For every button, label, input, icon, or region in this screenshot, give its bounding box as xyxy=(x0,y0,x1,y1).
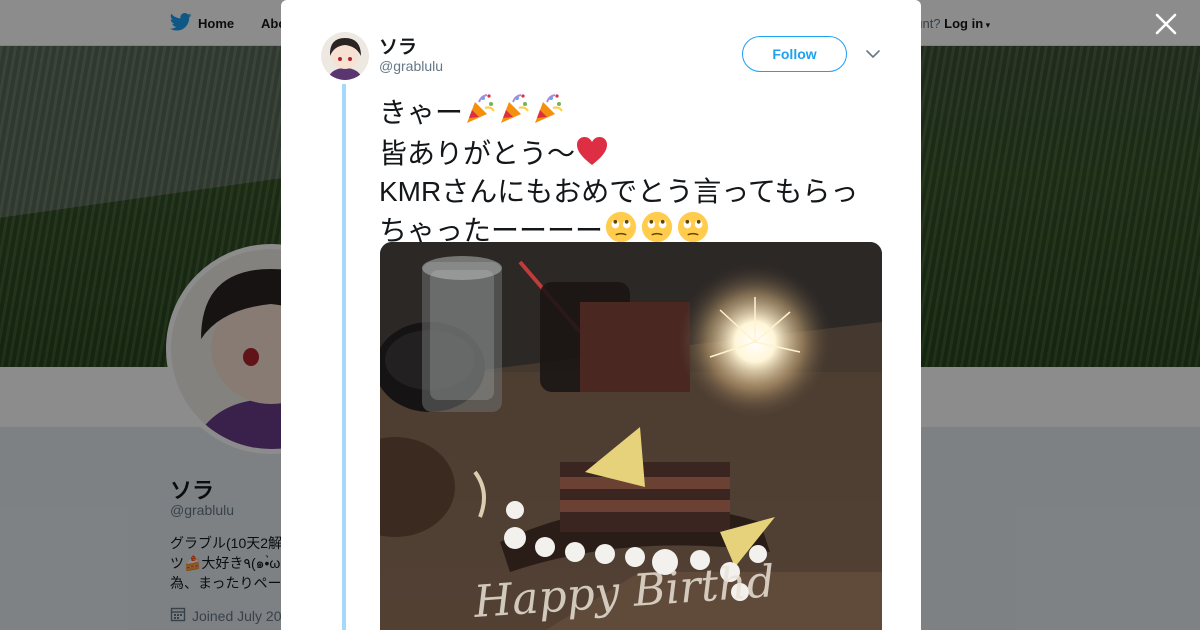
author-avatar[interactable] xyxy=(321,32,369,80)
party-popper-icon xyxy=(531,92,565,135)
tweet-text-line: KMRさんにもおめでとう言ってもらっ xyxy=(379,176,859,207)
close-button[interactable] xyxy=(1152,10,1180,38)
tweet-text-line: きゃー xyxy=(379,92,879,135)
chevron-down-icon xyxy=(866,50,880,58)
tweet-text-line: 皆ありがとう〜 xyxy=(379,135,879,176)
tweet-text-fragment: ちゃったーーーー xyxy=(379,214,604,246)
red-heart-icon xyxy=(575,135,609,176)
tweet-text: きゃー 皆ありがとう〜 KMRさんにもおめでとう言ってもらっ ちゃったーーーー xyxy=(379,92,879,252)
birthday-cake-photo: Happy Birthd xyxy=(380,242,882,630)
tweet-modal: ソラ @grablulu Follow きゃー 皆ありがとう〜 KMRさんにもお… xyxy=(281,0,921,630)
tweet-photo[interactable]: Happy Birthd xyxy=(380,242,882,630)
author-handle[interactable]: @grablulu xyxy=(379,58,443,74)
tweet-options-button[interactable] xyxy=(863,44,883,64)
party-popper-icon xyxy=(497,92,531,135)
close-icon xyxy=(1155,13,1177,35)
follow-button[interactable]: Follow xyxy=(742,36,847,72)
thread-line xyxy=(342,84,346,630)
author-name[interactable]: ソラ xyxy=(379,32,417,59)
tweet-text-fragment: 皆ありがとう〜 xyxy=(379,137,576,169)
author-avatar-illustration xyxy=(321,32,369,80)
tweet-text-fragment: きゃー xyxy=(379,97,464,128)
party-popper-icon xyxy=(463,92,497,135)
